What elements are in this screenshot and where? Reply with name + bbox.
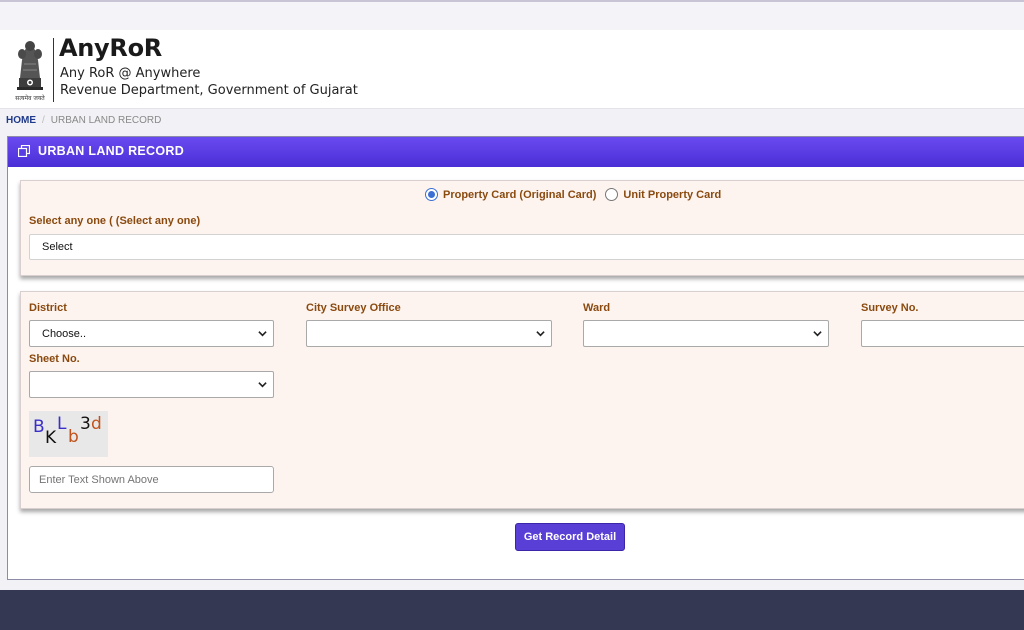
page-footer: [0, 590, 1024, 630]
captcha-char: K: [45, 428, 57, 448]
brand-department: Revenue Department, Government of Gujara…: [60, 83, 358, 98]
radio-unit-property-card[interactable]: [605, 188, 619, 201]
radio-property-card[interactable]: [425, 188, 438, 201]
panel-header: URBAN LAND RECORD: [8, 137, 1024, 167]
district-label: District: [29, 302, 67, 314]
select-any-one-label: Select any one ( (Select any one): [29, 215, 201, 227]
breadcrumb: HOME / URBAN LAND RECORD: [6, 115, 161, 126]
breadcrumb-home-link[interactable]: HOME: [6, 115, 36, 126]
chevron-down-icon: [536, 331, 545, 337]
chevron-down-icon: [258, 331, 267, 337]
captcha-image: B K L b 3 d: [29, 411, 108, 457]
captcha-char: B: [33, 417, 45, 437]
urban-land-record-panel: URBAN LAND RECORD Property Card (Origina…: [7, 136, 1024, 580]
captcha-input[interactable]: [29, 466, 274, 493]
ward-select[interactable]: [583, 320, 829, 347]
district-select[interactable]: Choose..: [29, 320, 274, 347]
radio-unit-property-card-label[interactable]: Unit Property Card: [623, 189, 721, 201]
sheet-no-label: Sheet No.: [29, 353, 80, 365]
record-type-section: Property Card (Original Card) Unit Prope…: [20, 180, 1024, 276]
copy-icon: [18, 145, 30, 157]
site-header: सत्यमेव जयते AnyRoR Any RoR @ Anywhere R…: [0, 30, 1024, 109]
top-strip: [0, 0, 1024, 30]
select-any-one-dropdown[interactable]: Select: [29, 234, 1024, 260]
record-type-radio-group: Property Card (Original Card) Unit Prope…: [425, 188, 721, 201]
survey-no-select[interactable]: [861, 320, 1024, 347]
breadcrumb-current: URBAN LAND RECORD: [50, 115, 162, 126]
sheet-no-select[interactable]: [29, 371, 274, 398]
panel-title: URBAN LAND RECORD: [38, 144, 185, 158]
breadcrumb-separator: /: [42, 115, 45, 126]
brand-title: AnyRoR: [59, 34, 162, 62]
filters-section: District Choose.. City Survey Office War…: [20, 291, 1024, 509]
select-any-one-value: Select: [42, 241, 73, 253]
header-divider: [53, 38, 54, 102]
ward-label: Ward: [583, 302, 611, 314]
emblem-motto: सत्यमेव जयते: [15, 94, 45, 102]
captcha-char: 3: [80, 414, 91, 434]
get-record-detail-button[interactable]: Get Record Detail: [515, 523, 625, 551]
captcha-char: b: [68, 427, 79, 447]
chevron-down-icon: [813, 331, 822, 337]
district-select-value: Choose..: [42, 327, 87, 340]
captcha-char: d: [91, 414, 102, 434]
city-survey-office-select[interactable]: [306, 320, 552, 347]
captcha-char: L: [57, 414, 67, 434]
brand-tagline: Any RoR @ Anywhere: [60, 66, 201, 81]
radio-property-card-label[interactable]: Property Card (Original Card): [443, 189, 596, 201]
city-survey-office-label: City Survey Office: [306, 302, 401, 314]
chevron-down-icon: [258, 382, 267, 388]
state-emblem-icon: सत्यमेव जयते: [15, 41, 45, 102]
survey-no-label: Survey No.: [861, 302, 919, 314]
